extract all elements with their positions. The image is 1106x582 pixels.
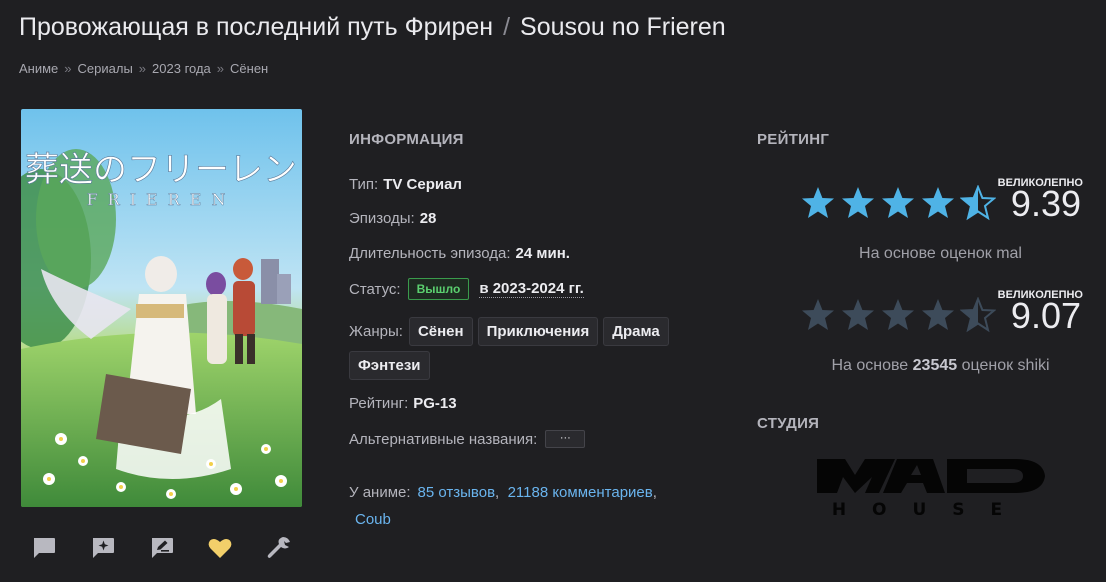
- rating-mal-stars: [800, 185, 996, 221]
- star-full-icon: [922, 187, 954, 218]
- star-half-icon: [960, 185, 996, 221]
- heart-icon[interactable]: [205, 533, 235, 563]
- wrench-icon[interactable]: [264, 533, 294, 563]
- coub-link[interactable]: Coub: [355, 511, 391, 528]
- title-separator: /: [503, 13, 511, 41]
- breadcrumb-separator: »: [216, 61, 225, 76]
- rating-shiki-stars: [800, 297, 996, 333]
- genre-tag[interactable]: Драма: [603, 317, 669, 346]
- breadcrumb-genre[interactable]: Сёнен: [230, 61, 268, 76]
- rating-mal-note: На основе оценок mal: [859, 245, 1022, 262]
- rating-mal-score: 9.39: [1010, 183, 1081, 224]
- genres-label: Жанры:: [349, 323, 403, 340]
- title-jp: Sousou no Frieren: [520, 13, 726, 41]
- star-half-icon: [960, 297, 996, 333]
- title-ru: Провожающая в последний путь Фрирен: [19, 13, 494, 41]
- star-full-icon: [802, 299, 834, 330]
- reviews-link[interactable]: 85 отзывов: [418, 484, 496, 501]
- breadcrumb-series[interactable]: Сериалы: [78, 61, 133, 76]
- rating-shiki-score: 9.07: [1010, 295, 1081, 336]
- star-full-icon: [882, 187, 914, 218]
- add-review-icon[interactable]: [88, 533, 118, 563]
- duration-label: Длительность эпизода:: [349, 245, 511, 262]
- star-full-icon: [922, 299, 954, 330]
- genre-tag[interactable]: Фэнтези: [349, 351, 430, 380]
- genre-tag[interactable]: Приключения: [477, 317, 599, 346]
- breadcrumb-separator: »: [64, 61, 72, 76]
- status-label: Статус:: [349, 280, 401, 298]
- info-genres: Жанры: Сёнен Приключения Драма: [349, 317, 674, 346]
- type-label: Тип:: [349, 176, 379, 193]
- action-bar: [21, 533, 302, 573]
- info-episodes: Эпизоды: 28: [349, 210, 436, 227]
- status-years[interactable]: в 2023-2024 гг.: [479, 280, 584, 298]
- star-full-icon: [842, 299, 874, 330]
- breadcrumb-anime[interactable]: Аниме: [19, 61, 58, 76]
- info-status: Статус: Вышло в 2023-2024 гг.: [349, 278, 584, 300]
- genre-tag[interactable]: Сёнен: [408, 317, 473, 346]
- studio-logo[interactable]: HOUSE: [815, 457, 1061, 522]
- duration-value: 24 мин.: [515, 245, 570, 262]
- poster-logo-en: FRIEREN: [87, 190, 236, 209]
- star-full-icon: [802, 187, 834, 218]
- status-badge: Вышло: [407, 278, 470, 300]
- poster-logo-jp: 葬送のフリーレン: [25, 150, 297, 190]
- comment-icon[interactable]: [29, 533, 59, 563]
- star-full-icon: [842, 187, 874, 218]
- studio-logo-house: HOUSE: [832, 500, 1028, 517]
- info-alt-names: Альтернативные названия: ···: [349, 430, 586, 448]
- edit-review-icon[interactable]: [147, 533, 177, 563]
- page-title: Провожающая в последний путь Фрирен / Sous…: [19, 13, 726, 42]
- breadcrumb-separator: »: [138, 61, 147, 76]
- breadcrumb-year[interactable]: 2023 года: [152, 61, 211, 76]
- poster-image[interactable]: 葬送のフリーレン FRIEREN: [21, 109, 302, 507]
- shiki-note-suffix: оценок shiki: [961, 357, 1050, 374]
- episodes-label: Эпизоды:: [349, 210, 415, 227]
- comments-link[interactable]: 21188 комментариев: [508, 484, 653, 501]
- episodes-value: 28: [419, 210, 437, 227]
- alt-names-label: Альтернативные названия:: [349, 430, 538, 448]
- rating-heading: РЕЙТИНГ: [757, 131, 830, 148]
- studio-heading: СТУДИЯ: [757, 415, 820, 432]
- info-type: Тип: TV Сериал: [349, 176, 462, 193]
- info-anime-links: У аниме: 85 отзывов, 21188 комментариев,: [349, 484, 657, 501]
- info-coub: Coub: [355, 511, 391, 528]
- shiki-note-prefix: На основе: [831, 357, 909, 374]
- info-heading: ИНФОРМАЦИЯ: [349, 131, 464, 148]
- type-value: TV Сериал: [383, 176, 462, 193]
- shiki-note-count: 23545: [912, 357, 958, 374]
- info-genres-row2: Фэнтези: [349, 351, 435, 380]
- rating-label: Рейтинг:: [349, 395, 409, 412]
- alt-names-expand-button[interactable]: ···: [545, 430, 586, 448]
- info-rating: Рейтинг: PG-13: [349, 395, 457, 412]
- rating-value: PG-13: [413, 395, 457, 412]
- star-full-icon: [882, 299, 914, 330]
- anime-label: У аниме:: [349, 484, 411, 501]
- rating-shiki-note: На основе 23545 оценок shiki: [798, 357, 1083, 375]
- breadcrumb: Аниме » Сериалы » 2023 года » Сёнен: [19, 61, 268, 76]
- info-duration: Длительность эпизода: 24 мин.: [349, 245, 570, 262]
